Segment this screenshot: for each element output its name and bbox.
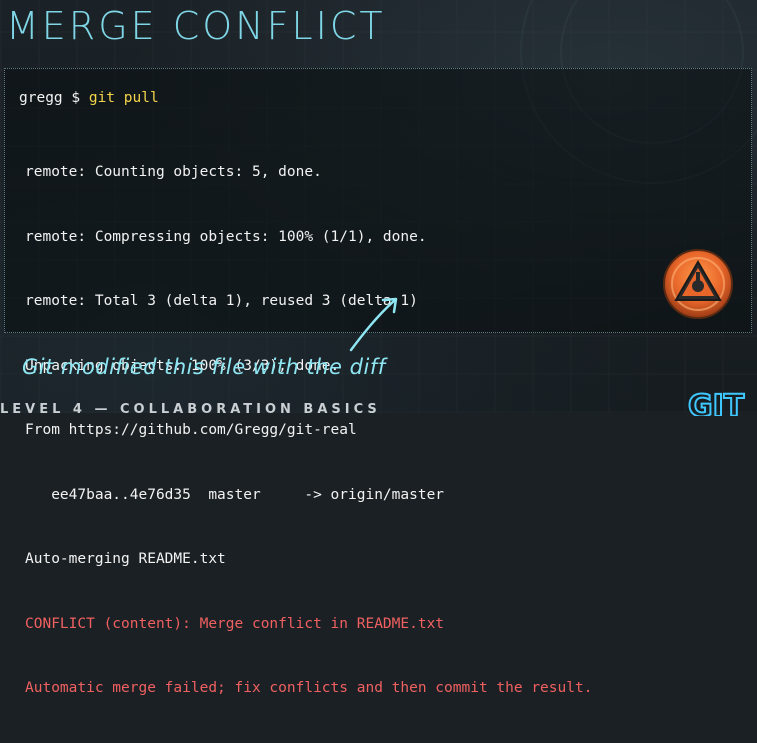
terminal-prompt: gregg $: [19, 90, 89, 106]
conflict-line: Automatic merge failed; fix conflicts an…: [25, 680, 593, 696]
slide-footer: LEVEL 4 — COLLABORATION BASICS: [0, 402, 381, 413]
output-line: From https://github.com/Gregg/git-real: [25, 422, 357, 438]
output-line: Auto-merging README.txt: [25, 551, 226, 567]
git-logo-text: GIT: [688, 389, 745, 416]
conflict-line: CONFLICT (content): Merge conflict in RE…: [25, 615, 445, 632]
annotation-arrow-icon: [349, 297, 398, 352]
output-line: remote: Counting objects: 5, done.: [25, 164, 322, 180]
terminal-command: git pull: [88, 90, 159, 106]
output-line: remote: Compressing objects: 100% (1/1),…: [25, 228, 427, 245]
terminal-prompt-line: gregg $ git pull: [19, 90, 159, 106]
warning-alert-icon: [663, 249, 733, 319]
slide-title: MERGE CONFLICT: [6, 4, 386, 48]
output-line: ee47baa..4e76d35 master -> origin/master: [25, 486, 445, 503]
output-line: remote: Total 3 (delta 1), reused 3 (del…: [25, 293, 418, 309]
terminal-output: remote: Counting objects: 5, done. remot…: [25, 119, 592, 743]
git-logo: GIT: [687, 388, 746, 416]
annotation-text: Git modified this file with the diff: [22, 355, 386, 379]
